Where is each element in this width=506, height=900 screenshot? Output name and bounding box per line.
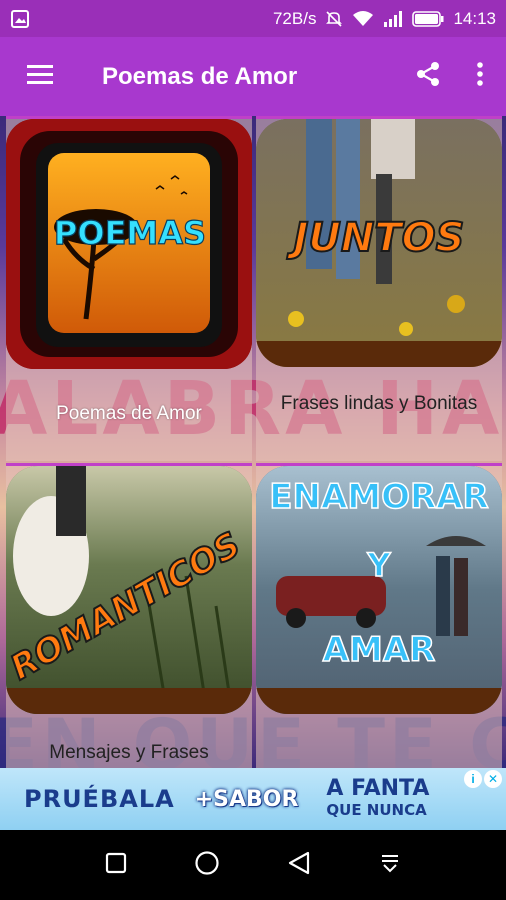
- signal-icon: [383, 10, 403, 28]
- ad-tagline-b: QUE NUNCA: [326, 800, 427, 819]
- ad-banner[interactable]: PRUÉBALA +SABOR A FANTA QUE NUNCA i ✕: [0, 768, 506, 830]
- app-bar: Poemas de Amor: [0, 37, 506, 116]
- page-title: Poemas de Amor: [102, 62, 298, 90]
- system-nav-bar: [0, 830, 506, 900]
- mute-icon: [325, 10, 343, 28]
- notification-pull-button[interactable]: [365, 840, 415, 890]
- status-bar: 72B/s 14:13: [0, 0, 506, 37]
- close-icon: ✕: [484, 770, 502, 788]
- card-art-text: POEMAS: [54, 214, 206, 252]
- category-card-poemas[interactable]: POEMAS Poemas de Amor: [6, 116, 252, 461]
- category-card-enamorar[interactable]: ENAMORAR Y AMAR: [256, 463, 502, 768]
- battery-icon: [412, 10, 444, 27]
- ad-tagline-a: A FANTA: [326, 775, 430, 801]
- overflow-menu-button[interactable]: [454, 37, 506, 116]
- recents-button[interactable]: [91, 840, 141, 890]
- ad-choices-button[interactable]: i ✕: [464, 770, 502, 788]
- card-image: POEMAS: [6, 119, 252, 369]
- clock: 14:13: [453, 8, 496, 28]
- card-art-text: JUNTOS: [287, 215, 465, 261]
- card-label: Poemas de Amor: [56, 403, 202, 424]
- notification-pull-icon: [378, 851, 402, 880]
- card-art-text: Y: [366, 546, 391, 584]
- card-image: ENAMORAR Y AMAR: [256, 466, 502, 714]
- recents-square-icon: [104, 851, 128, 880]
- back-button[interactable]: [274, 840, 324, 890]
- gallery-icon: [10, 9, 30, 29]
- menu-button[interactable]: [0, 37, 80, 116]
- card-label: Mensajes y Frases: [49, 742, 209, 763]
- share-icon: [414, 60, 442, 93]
- menu-icon: [26, 63, 54, 90]
- ad-tagline: A FANTA QUE NUNCA: [326, 775, 430, 820]
- content-grid: ALABRA HASTA EN QUE TE CON POEMAS Poemas…: [0, 116, 506, 768]
- card-art-text: ENAMORAR: [269, 477, 488, 517]
- network-speed: 72B/s: [272, 8, 317, 28]
- card-label: Frases lindas y Bonitas: [280, 393, 478, 414]
- category-card-romanticos[interactable]: ROMANTICOS Mensajes y Frases: [6, 463, 252, 768]
- card-image: JUNTOS: [256, 119, 502, 367]
- share-button[interactable]: [402, 37, 454, 116]
- card-art-text: AMAR: [323, 630, 436, 670]
- back-triangle-icon: [286, 850, 312, 881]
- home-circle-icon: [194, 850, 220, 881]
- home-button[interactable]: [182, 840, 232, 890]
- info-icon: i: [464, 770, 482, 788]
- ad-subline: +SABOR: [194, 786, 299, 812]
- category-card-juntos[interactable]: JUNTOS Frases lindas y Bonitas: [256, 116, 502, 461]
- card-image: ROMANTICOS: [6, 466, 252, 714]
- ad-headline: PRUÉBALA: [24, 785, 175, 813]
- wifi-icon: [352, 10, 374, 28]
- more-vert-icon: [476, 61, 484, 92]
